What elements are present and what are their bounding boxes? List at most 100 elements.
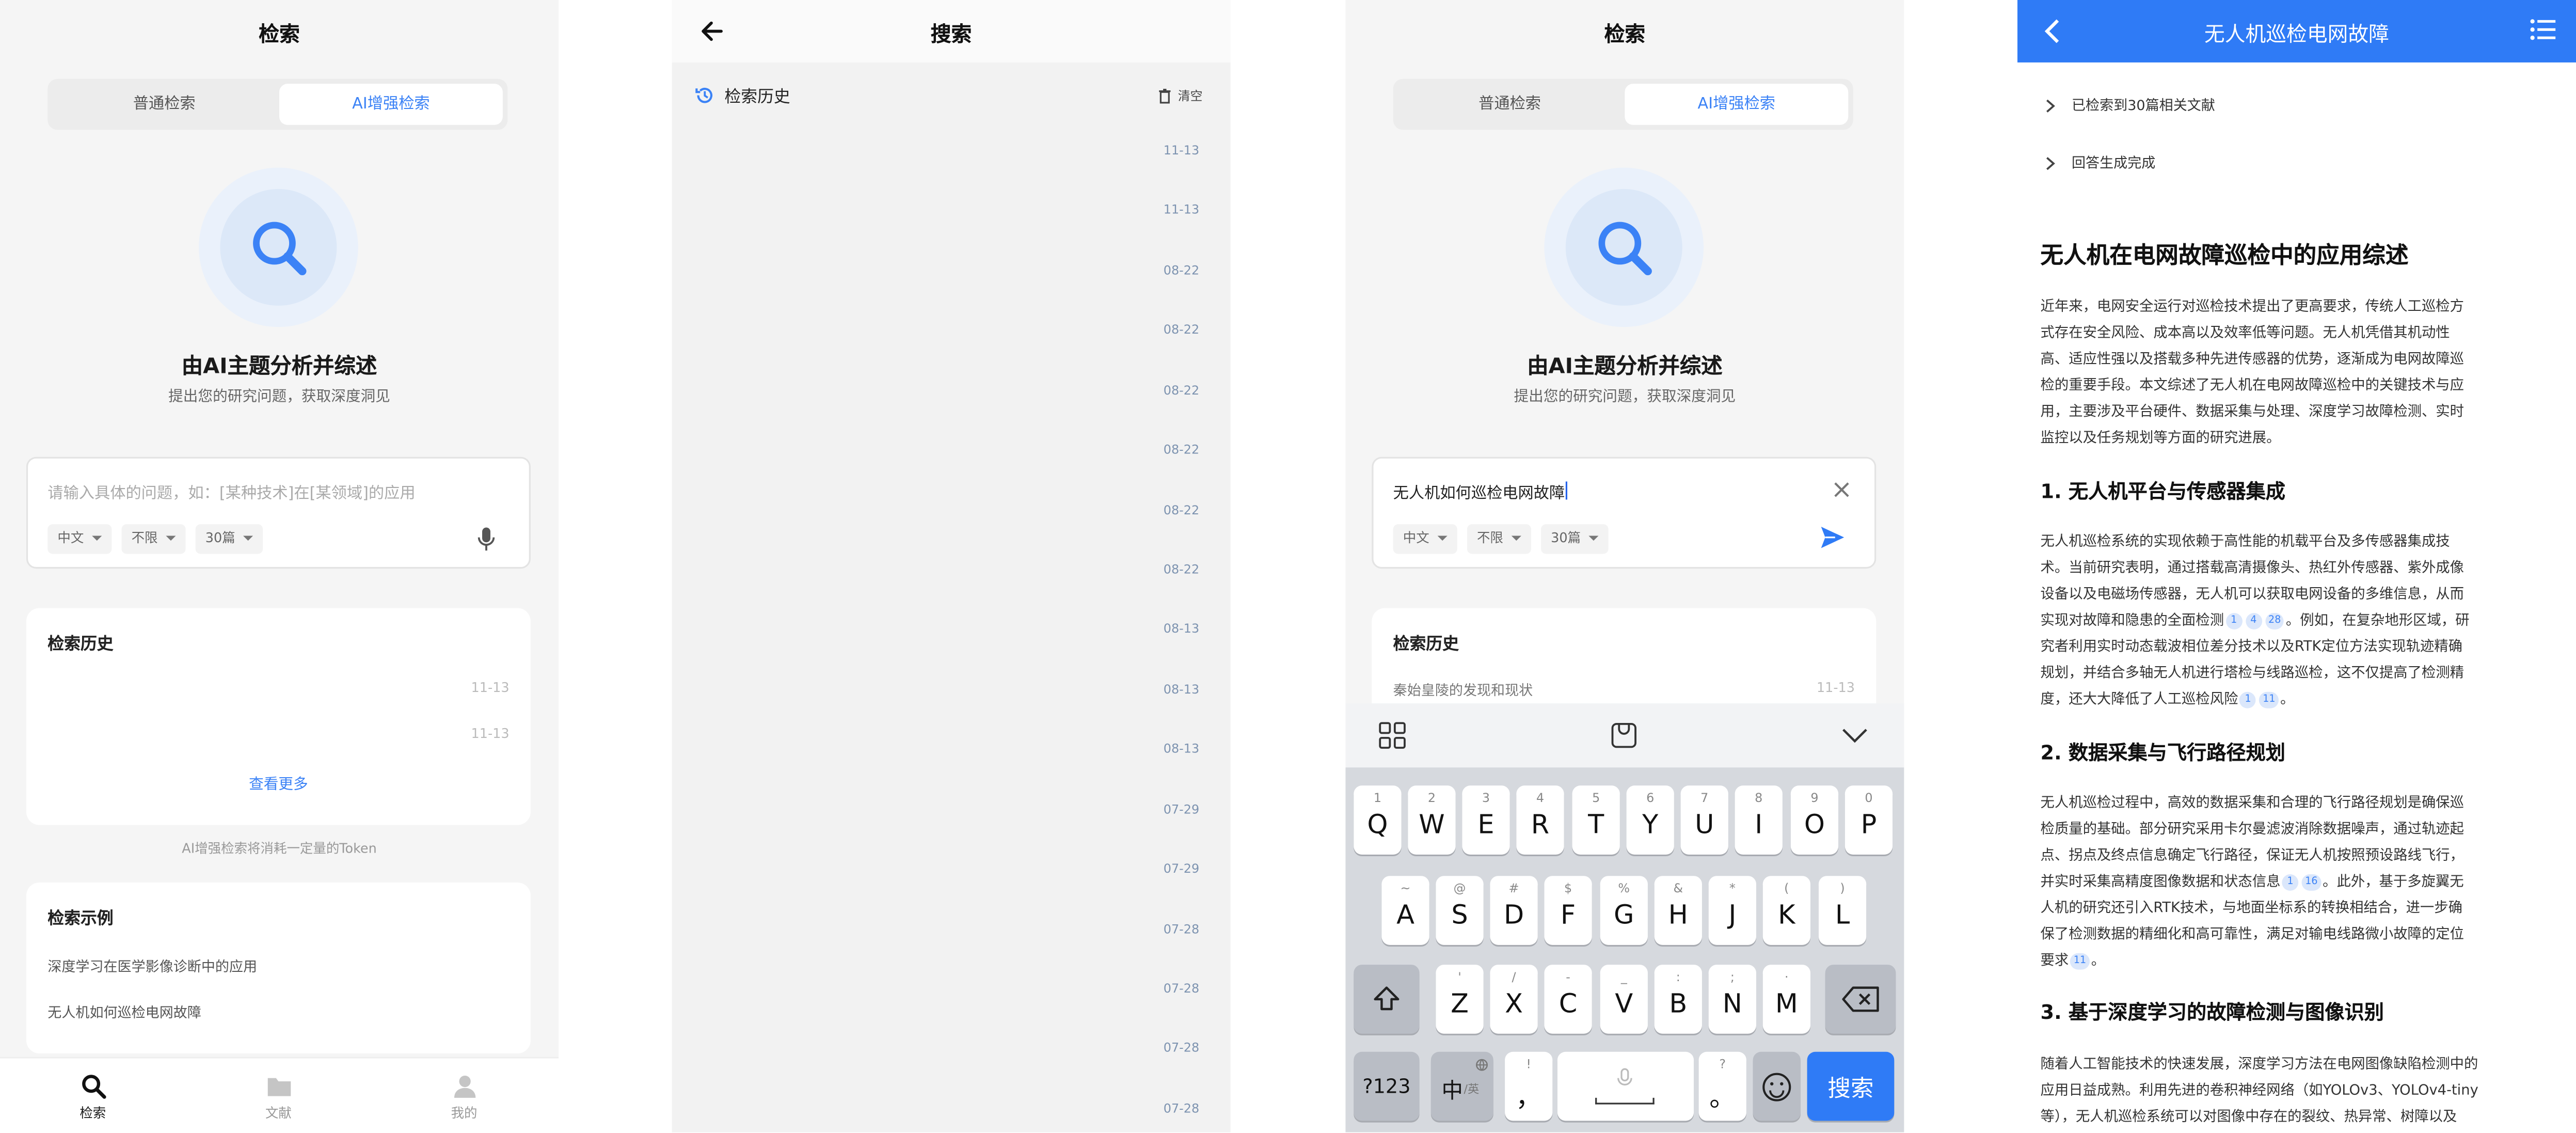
history-date[interactable]: 07-28 xyxy=(1164,981,1199,996)
citation-badge[interactable]: 11 xyxy=(2070,953,2090,970)
citation-badge[interactable]: 1 xyxy=(2282,874,2299,891)
comma-key[interactable]: !， xyxy=(1505,1051,1553,1121)
backspace-key[interactable] xyxy=(1825,965,1896,1034)
back-arrow-icon[interactable] xyxy=(698,18,725,44)
key-p[interactable]: 0P xyxy=(1844,785,1893,855)
view-more-link[interactable]: 查看更多 xyxy=(26,773,531,794)
status-completed[interactable]: 回答生成完成 xyxy=(2045,153,2155,172)
count-select[interactable]: 30篇 xyxy=(195,524,263,554)
history-date[interactable]: 07-29 xyxy=(1164,802,1199,817)
key-w[interactable]: 2W xyxy=(1408,785,1456,855)
key-g[interactable]: % G xyxy=(1600,876,1648,945)
history-date[interactable]: 08-13 xyxy=(1164,682,1199,697)
example-item[interactable]: 深度学习在医学影像诊断中的应用 xyxy=(47,956,257,977)
key-y[interactable]: 6Y xyxy=(1626,785,1674,855)
key-r[interactable]: 4R xyxy=(1516,785,1564,855)
emoji-key[interactable] xyxy=(1753,1051,1801,1121)
history-date[interactable]: 11-13 xyxy=(1164,143,1199,158)
time-range-select[interactable]: 不限 xyxy=(1467,524,1531,554)
history-item[interactable]: 秦始皇陵的发现和现状 xyxy=(1393,681,1533,700)
clipboard-icon[interactable] xyxy=(1610,721,1638,749)
globe-icon xyxy=(1476,1059,1488,1071)
history-date[interactable]: 08-22 xyxy=(1164,442,1199,457)
key-l[interactable]: ) L xyxy=(1818,876,1867,945)
history-date[interactable]: 08-22 xyxy=(1164,503,1199,518)
history-date[interactable]: 08-22 xyxy=(1164,562,1199,577)
send-icon[interactable] xyxy=(1820,526,1845,549)
history-date[interactable]: 07-28 xyxy=(1164,922,1199,937)
close-icon[interactable] xyxy=(1834,481,1850,498)
key-o[interactable]: 9O xyxy=(1790,785,1839,855)
key-label: E xyxy=(1477,808,1494,840)
key-e[interactable]: 3E xyxy=(1462,785,1510,855)
tab-normal-search[interactable]: 普通检索 xyxy=(53,84,276,125)
history-date[interactable]: 08-22 xyxy=(1164,263,1199,278)
history-date[interactable]: 11-13 xyxy=(1164,202,1199,217)
citation-badge[interactable]: 1 xyxy=(2239,691,2256,709)
history-date[interactable]: 08-13 xyxy=(1164,621,1199,636)
search-input-box[interactable]: 请输入具体的问题，如：[某种技术]在[某领域]的应用 中文 不限 30篇 xyxy=(26,457,531,569)
shift-icon xyxy=(1374,986,1400,1011)
tab-search[interactable]: 检索 xyxy=(0,1058,186,1132)
key-h[interactable]: & H xyxy=(1654,876,1702,945)
key-z[interactable]: ' Z xyxy=(1436,965,1484,1034)
key-a[interactable]: ~ A xyxy=(1381,876,1429,945)
chevron-down-icon xyxy=(1588,536,1599,541)
key-n[interactable]: ; N xyxy=(1708,965,1756,1034)
history-date[interactable]: 07-28 xyxy=(1164,1101,1199,1116)
tab-ai-search[interactable]: AI增强检索 xyxy=(279,84,503,125)
key-v[interactable]: _ V xyxy=(1600,965,1648,1034)
history-date[interactable]: 11-13 xyxy=(1817,681,1855,696)
citation-badge[interactable]: 1 xyxy=(2225,613,2243,630)
tab-literature[interactable]: 文献 xyxy=(186,1058,372,1132)
key-m[interactable]: · M xyxy=(1762,965,1811,1034)
numbers-key[interactable]: ?123 xyxy=(1354,1051,1420,1121)
tab-normal-search[interactable]: 普通检索 xyxy=(1398,84,1621,125)
history-date[interactable]: 08-22 xyxy=(1164,383,1199,398)
citation-badge[interactable]: 11 xyxy=(2259,691,2279,709)
grid-icon[interactable] xyxy=(1378,721,1406,749)
key-c[interactable]: -C xyxy=(1544,965,1592,1034)
language-select[interactable]: 中文 xyxy=(1393,524,1457,554)
history-date[interactable]: 07-28 xyxy=(1164,1040,1199,1055)
history-date[interactable]: 11-13 xyxy=(471,727,510,742)
time-range-select[interactable]: 不限 xyxy=(121,524,186,554)
history-date[interactable]: 07-29 xyxy=(1164,861,1199,876)
history-date[interactable]: 11-13 xyxy=(471,681,510,696)
status-retrieved[interactable]: 已检索到30篇相关文献 xyxy=(2045,96,2215,115)
clear-history-button[interactable]: 清空 xyxy=(1158,87,1203,105)
language-select[interactable]: 中文 xyxy=(47,524,112,554)
history-date[interactable]: 08-22 xyxy=(1164,322,1199,337)
search-input[interactable]: 请输入具体的问题，如：[某种技术]在[某领域]的应用 xyxy=(47,480,415,503)
microphone-icon[interactable] xyxy=(476,526,496,552)
key-t[interactable]: 5T xyxy=(1572,785,1620,855)
search-input[interactable]: 无人机如何巡检电网故障 xyxy=(1393,480,1567,503)
space-key[interactable] xyxy=(1557,1051,1694,1121)
example-item[interactable]: 无人机如何巡检电网故障 xyxy=(47,1002,201,1022)
key-u[interactable]: 7U xyxy=(1680,785,1728,855)
citation-badge[interactable]: 16 xyxy=(2301,874,2321,891)
key-j[interactable]: * J xyxy=(1708,876,1756,945)
tab-profile[interactable]: 我的 xyxy=(371,1058,557,1132)
key-s[interactable]: @ S xyxy=(1436,876,1484,945)
menu-list-icon[interactable] xyxy=(2530,18,2556,41)
key-q[interactable]: 1Q xyxy=(1354,785,1402,855)
count-select[interactable]: 30篇 xyxy=(1541,524,1609,554)
citation-badge[interactable]: 4 xyxy=(2245,613,2262,630)
search-input-box[interactable]: 无人机如何巡检电网故障 中文 不限 30篇 xyxy=(1372,457,1877,569)
shift-key[interactable] xyxy=(1354,965,1420,1034)
collapse-keyboard-icon[interactable] xyxy=(1841,725,1868,744)
history-date[interactable]: 08-13 xyxy=(1164,741,1199,756)
key-f[interactable]: $ F xyxy=(1544,876,1592,945)
section-heading: 1. 无人机平台与传感器集成 xyxy=(2040,480,2286,503)
tab-ai-search[interactable]: AI增强检索 xyxy=(1625,84,1849,125)
key-b[interactable]: :B xyxy=(1654,965,1702,1034)
language-key[interactable]: 中 /英 xyxy=(1430,1051,1493,1121)
key-k[interactable]: (K xyxy=(1762,876,1811,945)
key-x[interactable]: / X xyxy=(1490,965,1538,1034)
period-key[interactable]: ?。 xyxy=(1698,1051,1746,1121)
search-key[interactable]: 搜索 xyxy=(1807,1051,1895,1121)
key-d[interactable]: # D xyxy=(1490,876,1538,945)
key-i[interactable]: 8I xyxy=(1735,785,1783,855)
citation-badge[interactable]: 28 xyxy=(2265,613,2284,630)
